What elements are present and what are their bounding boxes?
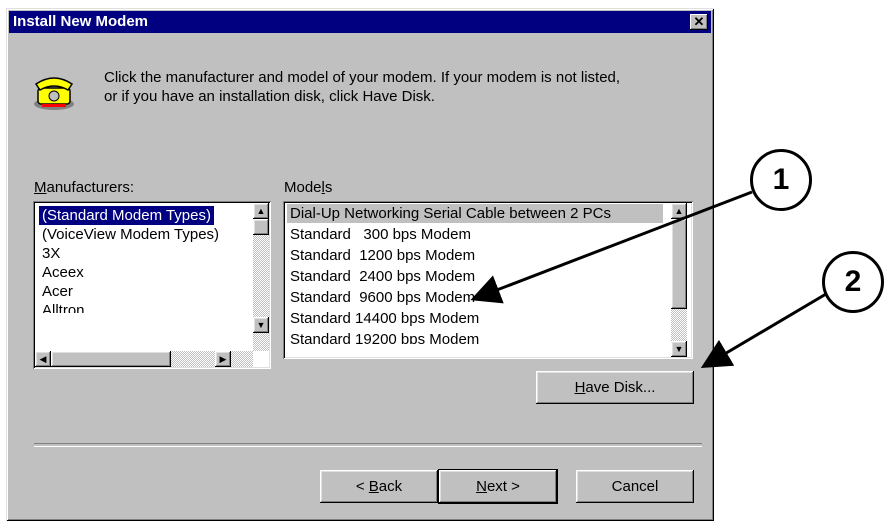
callout-2: 2 xyxy=(822,251,884,313)
callout-arrow-2 xyxy=(700,292,827,369)
callout-arrow-1 xyxy=(470,190,753,304)
annotation-arrows xyxy=(470,190,827,369)
callout-1: 1 xyxy=(750,149,812,211)
